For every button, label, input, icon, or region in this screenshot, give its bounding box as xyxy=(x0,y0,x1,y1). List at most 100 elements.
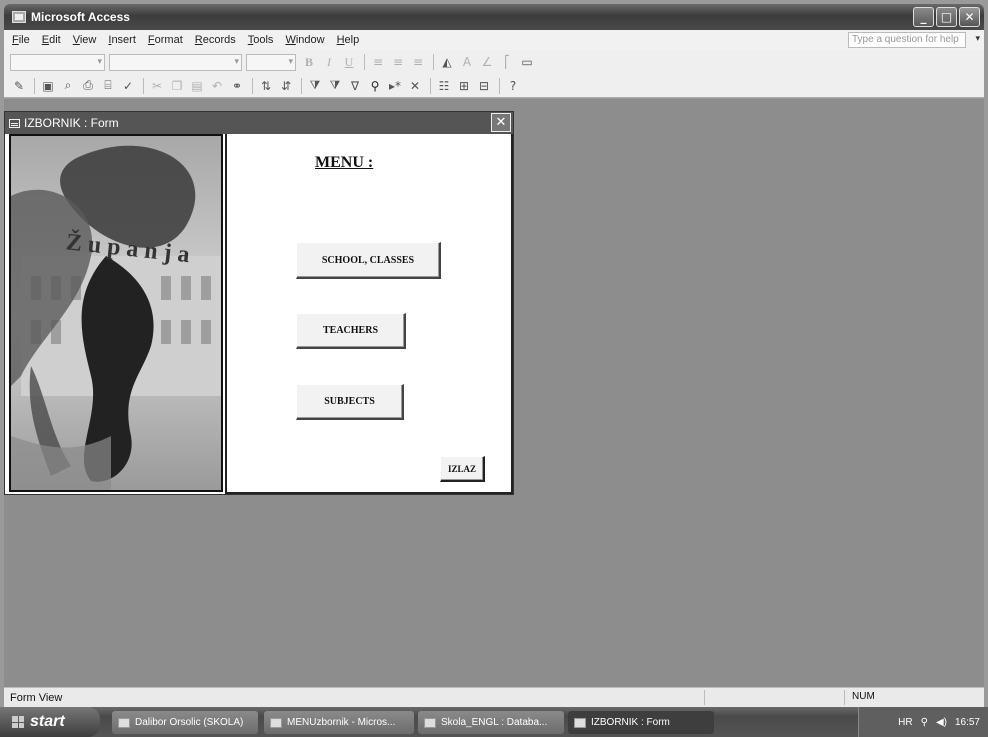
menu-panel: MENU : SCHOOL, CLASSES TEACHERS SUBJECTS… xyxy=(225,134,513,494)
underline-icon[interactable]: U xyxy=(340,53,358,71)
filter-form-icon[interactable]: ⧩ xyxy=(326,77,344,95)
num-lock-indicator: NUM xyxy=(852,691,875,702)
help-icon[interactable]: ? xyxy=(504,77,522,95)
close-button[interactable]: ✕ xyxy=(959,7,980,27)
apply-filter-icon[interactable]: ∇ xyxy=(346,77,364,95)
taskbar-item-izbornik[interactable]: IZBORNIK : Form xyxy=(568,711,714,734)
find-icon[interactable]: ⚲ xyxy=(366,77,384,95)
separator xyxy=(433,54,434,70)
database-window-icon[interactable]: ⊞ xyxy=(455,77,473,95)
app-title: Microsoft Access xyxy=(31,10,130,24)
subjects-button[interactable]: SUBJECTS xyxy=(296,384,404,420)
align-left-icon[interactable]: ≡ xyxy=(369,53,387,71)
form-view-toolbar: ✎ ▣ ⌕ ⎙ ⌸ ✓ ✂ ❐ ▤ ↶ ⚭ ⇅ ⇵ ⧩ ⧩ ∇ ⚲ ▸* ✕ ☷… xyxy=(4,74,984,98)
align-right-icon[interactable]: ≡ xyxy=(409,53,427,71)
status-divider xyxy=(844,690,845,705)
separator xyxy=(143,77,144,94)
maximize-button[interactable]: □ xyxy=(936,7,957,27)
properties-icon[interactable]: ☷ xyxy=(435,77,453,95)
italic-icon[interactable]: I xyxy=(320,53,338,71)
form-title-bar[interactable]: IZBORNIK : Form ✕ xyxy=(5,112,513,134)
separator xyxy=(364,54,365,70)
line-color-icon[interactable]: ∠ xyxy=(478,53,496,71)
font-size-combo[interactable] xyxy=(246,53,296,71)
font-name-combo[interactable] xyxy=(109,53,242,71)
form-body: Županja MENU : SCHOOL, CLASSES TEACHERS … xyxy=(5,134,513,494)
fill-color-icon[interactable]: ◭ xyxy=(438,53,456,71)
menu-records[interactable]: Records xyxy=(195,34,236,46)
minimize-button[interactable]: _ xyxy=(913,7,934,27)
network-icon[interactable]: ⚲ xyxy=(921,717,928,728)
separator xyxy=(430,77,431,94)
form-icon xyxy=(574,717,586,728)
start-button[interactable]: start xyxy=(0,707,100,737)
izbornik-form-window: IZBORNIK : Form ✕ Županja MENU: SCHOOL,… xyxy=(4,111,514,495)
status-bar: Form View NUM xyxy=(4,687,984,707)
bold-icon[interactable]: B xyxy=(300,53,318,71)
taskbar-item-database[interactable]: Skola_ENGL : Databa... xyxy=(418,711,564,734)
volume-icon[interactable]: ◀) xyxy=(936,717,947,728)
copy-icon[interactable]: ❐ xyxy=(168,77,186,95)
menu-view[interactable]: View xyxy=(73,34,97,46)
clock[interactable]: 16:57 xyxy=(955,717,980,728)
search-icon[interactable]: ⌕ xyxy=(59,77,77,95)
taskbar-item-menuzbornik[interactable]: MENUzbornik - Micros... xyxy=(264,711,414,734)
print-icon[interactable]: ⎙ xyxy=(79,77,97,95)
sort-asc-icon[interactable]: ⇅ xyxy=(257,77,275,95)
font-color-icon[interactable]: A xyxy=(458,53,476,71)
help-dropdown-icon[interactable]: ▾ xyxy=(975,33,980,44)
special-effect-icon[interactable]: ▭ xyxy=(518,53,536,71)
sort-desc-icon[interactable]: ⇵ xyxy=(277,77,295,95)
new-object-icon[interactable]: ⊟ xyxy=(475,77,493,95)
hyperlink-icon[interactable]: ⚭ xyxy=(228,77,246,95)
access-app-icon[interactable] xyxy=(12,11,26,23)
access-icon xyxy=(270,717,282,728)
menu-edit[interactable]: Edit xyxy=(42,34,61,46)
start-label: start xyxy=(30,713,65,730)
menu-window[interactable]: Window xyxy=(285,34,324,46)
undo-icon[interactable]: ↶ xyxy=(208,77,226,95)
menu-tools[interactable]: Tools xyxy=(248,34,274,46)
form-close-button[interactable]: ✕ xyxy=(491,113,511,132)
paste-icon[interactable]: ▤ xyxy=(188,77,206,95)
separator xyxy=(301,77,302,94)
help-question-input[interactable]: Type a question for help xyxy=(848,32,966,48)
menu-insert[interactable]: Insert xyxy=(108,34,136,46)
print-preview-icon[interactable]: ⌸ xyxy=(99,77,117,95)
menu-file[interactable]: File xyxy=(12,34,30,46)
filter-icon[interactable]: ⧩ xyxy=(306,77,324,95)
school-logo-graphic: Županja xyxy=(11,136,221,490)
separator xyxy=(34,77,35,94)
taskbar-item-label: Dalibor Orsolic (SKOLA) xyxy=(135,717,244,728)
school-classes-button[interactable]: SCHOOL, CLASSES xyxy=(296,242,441,279)
system-tray: HR ⚲ ◀) 16:57 xyxy=(858,707,988,737)
line-width-icon[interactable]: ⎡ xyxy=(498,53,516,71)
formatting-toolbar: B I U ≡ ≡ ≡ ◭ A ∠ ⎡ ▭ xyxy=(4,50,984,74)
title-bar[interactable]: Microsoft Access _ □ ✕ xyxy=(4,4,984,30)
status-divider xyxy=(704,690,705,705)
taskbar: start Dalibor Orsolic (SKOLA) MENUzborni… xyxy=(0,707,988,737)
form-icon xyxy=(9,118,20,128)
status-view-text: Form View xyxy=(10,691,63,704)
menu-help[interactable]: Help xyxy=(337,34,360,46)
school-logo-image: Županja xyxy=(9,134,223,492)
taskbar-item-folder[interactable]: Dalibor Orsolic (SKOLA) xyxy=(112,711,258,734)
object-combo[interactable] xyxy=(10,53,105,71)
folder-icon xyxy=(118,717,130,728)
spelling-icon[interactable]: ✓ xyxy=(119,77,137,95)
delete-record-icon[interactable]: ✕ xyxy=(406,77,424,95)
menu-format[interactable]: Format xyxy=(148,34,183,46)
taskbar-item-label: IZBORNIK : Form xyxy=(591,717,670,728)
align-center-icon[interactable]: ≡ xyxy=(389,53,407,71)
cut-icon[interactable]: ✂ xyxy=(148,77,166,95)
windows-logo-icon xyxy=(12,716,24,728)
language-indicator[interactable]: HR xyxy=(898,717,912,728)
new-record-icon[interactable]: ▸* xyxy=(386,77,404,95)
menu-title: MENU : xyxy=(315,154,374,171)
taskbar-item-label: MENUzbornik - Micros... xyxy=(287,717,396,728)
save-icon[interactable]: ▣ xyxy=(39,77,57,95)
view-icon[interactable]: ✎ xyxy=(10,77,28,95)
exit-button[interactable]: IZLAZ xyxy=(440,456,485,482)
teachers-button[interactable]: TEACHERS xyxy=(296,313,406,349)
form-title: IZBORNIK : Form xyxy=(24,116,119,130)
